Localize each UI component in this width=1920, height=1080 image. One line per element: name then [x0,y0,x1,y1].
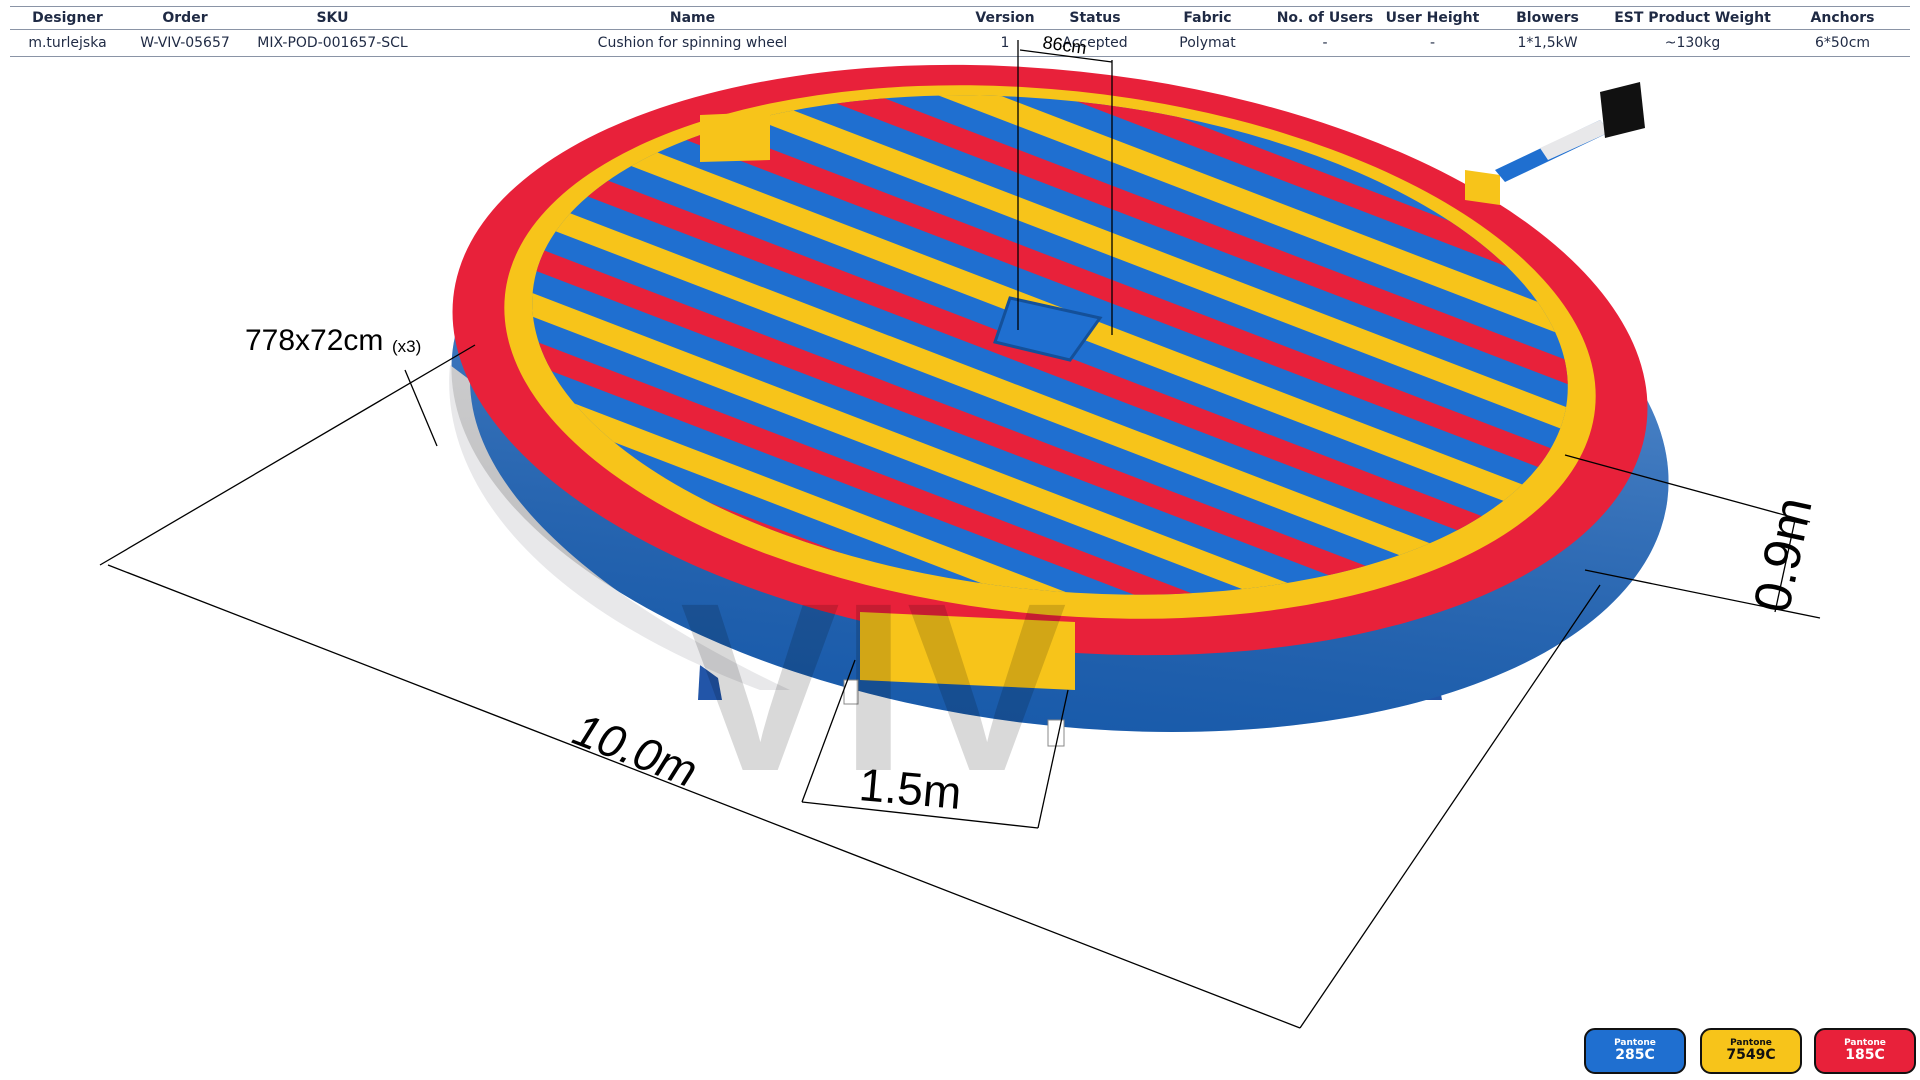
dimension-ring-count: (x3) [392,337,421,356]
swatch-code: 285C [1615,1047,1655,1064]
dimension-gap-front: 1.5m [857,758,963,819]
dimension-height: 0.9m [1743,492,1824,617]
swatch-code: 7549C [1726,1047,1776,1064]
dimension-ring-segment: 778x72cm [245,324,383,357]
blower-tube [1495,82,1645,182]
pantone-swatch-red: Pantone 185C [1814,1028,1916,1074]
swatch-code: 185C [1845,1047,1885,1064]
pantone-swatch-yellow: Pantone 7549C [1700,1028,1802,1074]
blower-icon [1600,82,1645,138]
product-render: VIV 86cm 778x72cm (x3) 0.9m 10.0m 1.5m [99,32,1824,1029]
pantone-swatch-blue: Pantone 285C [1584,1028,1686,1074]
